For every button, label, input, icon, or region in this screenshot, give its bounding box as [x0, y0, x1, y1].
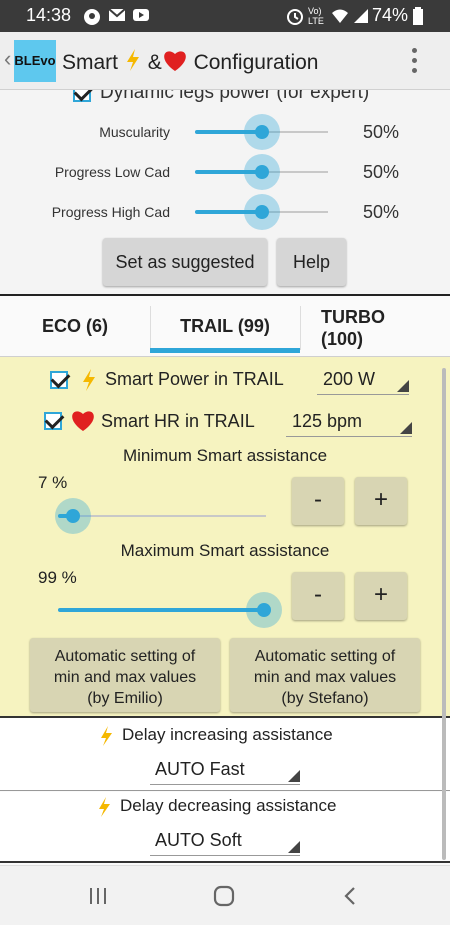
muscularity-thumb[interactable] [243, 114, 280, 150]
max-assist-minus-button[interactable]: - [292, 572, 344, 620]
status-bar: 14:38 Vo) LTE 74% [0, 0, 450, 32]
smart-hr-checkbox[interactable] [44, 412, 62, 430]
min-assist-plus-button[interactable]: + [355, 477, 407, 525]
progress-high-cad-value: 50% [363, 202, 400, 222]
lightning-icon [126, 49, 139, 71]
max-assist-plus-button[interactable]: + [355, 572, 407, 620]
progress-high-cad-label: Progress High Cad [51, 204, 170, 220]
min-assist-thumb[interactable] [54, 498, 91, 534]
back-nav-icon[interactable] [342, 886, 358, 906]
delay-increase-section: Delay increasing assistance AUTO Fast [0, 718, 450, 791]
signal-icon [354, 9, 368, 23]
smart-hr-select[interactable]: 125 bpm [286, 411, 412, 437]
dynamic-legs-checkbox[interactable] [73, 90, 91, 102]
lightning-icon [83, 369, 95, 391]
tab-turbo[interactable]: TURBO (100) [321, 296, 441, 356]
delay-decrease-label: Delay decreasing assistance [120, 796, 337, 815]
tab-trail[interactable]: TRAIL (99) [150, 296, 300, 356]
muscularity-value: 50% [363, 122, 400, 142]
min-assist-value: 7 % [38, 473, 68, 492]
app-logo[interactable]: BLEvo [14, 40, 56, 82]
progress-low-cad-value: 50% [363, 162, 400, 182]
mode-tabs: ECO (6) TRAIL (99) TURBO (100) [0, 294, 450, 356]
alarm-icon [287, 9, 303, 25]
system-nav-bar [0, 865, 450, 925]
tab-indicator [150, 348, 300, 353]
lightning-icon [99, 797, 110, 817]
max-assist-value: 99 % [38, 568, 77, 587]
lightning-icon [101, 726, 112, 746]
set-as-suggested-button[interactable]: Set as suggested [103, 238, 267, 286]
battery-percent: 74% [372, 5, 409, 25]
overflow-menu-icon[interactable] [404, 44, 424, 78]
max-assist-title: Maximum Smart assistance [120, 541, 330, 560]
battery-icon [413, 7, 423, 25]
tab-eco[interactable]: ECO (6) [0, 296, 150, 356]
help-button[interactable]: Help [277, 238, 346, 286]
smart-power-checkbox[interactable] [50, 371, 68, 389]
app-bar: ‹ BLEvo Smart & Configuration [0, 32, 450, 90]
smart-power-label: Smart Power in TRAIL [105, 369, 284, 389]
volte-icon: Vo) LTE [308, 6, 324, 26]
location-pin-icon [84, 9, 100, 25]
progress-low-cad-label: Progress Low Cad [54, 164, 170, 180]
min-assist-title: Minimum Smart assistance [122, 446, 328, 465]
max-assist-thumb[interactable] [245, 592, 282, 628]
home-icon[interactable] [212, 885, 236, 907]
heart-icon [163, 51, 186, 71]
auto-setting-stefano-button[interactable]: Automatic setting of min and max values … [230, 638, 420, 712]
youtube-icon [133, 9, 149, 21]
progress-low-cad-thumb[interactable] [243, 154, 280, 190]
scrollbar[interactable] [442, 368, 446, 860]
back-icon[interactable]: ‹ [4, 46, 11, 72]
heart-icon [72, 411, 94, 431]
mail-icon [108, 8, 126, 21]
dynamic-legs-section: Dynamic legs power (for expert) Muscular… [0, 90, 450, 294]
delay-increase-label: Delay increasing assistance [122, 725, 333, 744]
progress-high-cad-thumb[interactable] [243, 194, 280, 230]
recent-apps-icon[interactable] [88, 886, 108, 906]
smart-hr-label: Smart HR in TRAIL [101, 411, 255, 431]
dynamic-legs-label: Dynamic legs power (for expert) [100, 90, 370, 103]
wifi-icon [332, 9, 348, 23]
muscularity-label: Muscularity [99, 124, 170, 140]
page-title: Smart & Configuration [62, 48, 318, 75]
auto-setting-emilio-button[interactable]: Automatic setting of min and max values … [30, 638, 220, 712]
trail-settings-panel: Smart Power in TRAIL 200 W Smart HR in T… [0, 356, 450, 718]
min-assist-minus-button[interactable]: - [292, 477, 344, 525]
delay-decrease-section: Delay decreasing assistance AUTO Soft [0, 792, 450, 863]
delay-increase-select[interactable]: AUTO Fast [150, 759, 300, 785]
smart-power-select[interactable]: 200 W [317, 369, 409, 395]
status-time: 14:38 [26, 5, 72, 25]
delay-decrease-select[interactable]: AUTO Soft [150, 830, 300, 856]
